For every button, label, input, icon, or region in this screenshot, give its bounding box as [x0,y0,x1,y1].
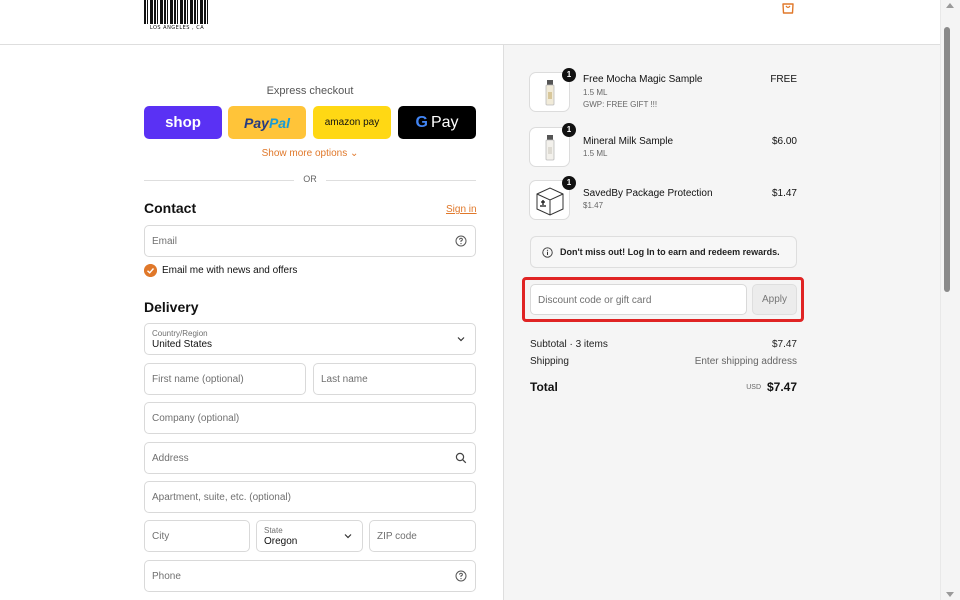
store-logo[interactable]: LOS ANGELES , CA [144,0,210,34]
state-value: Oregon [264,536,298,547]
phone-placeholder: Phone [152,571,181,582]
item-variant: 1.5 ML [583,88,608,97]
shipping-row: Shipping Enter shipping address [530,356,797,367]
email-field[interactable]: Email [144,225,476,257]
chevron-down-icon [344,534,352,539]
item-price: $6.00 [771,136,797,147]
subtotal-label: Subtotal · 3 items [530,339,608,350]
company-input[interactable]: Company (optional) [144,402,476,434]
google-pay-label: Pay [430,113,459,131]
phone-input[interactable]: Phone [144,560,476,592]
country-label: Country/Region [152,329,208,338]
apartment-placeholder: Apartment, suite, etc. (optional) [152,492,291,503]
cart-item: 1 Free Mocha Magic Sample 1.5 ML GWP: FR… [529,68,799,114]
shop-pay-label: shop [165,114,201,131]
first-name-input[interactable]: First name (optional) [144,363,306,395]
paypal-label-pal: Pal [268,114,290,131]
total-label: Total [530,380,558,394]
help-circle-icon[interactable] [455,570,467,582]
cart-item: 1 SavedBy Package Protection $1.47 $1.47 [529,176,799,222]
item-name: SavedBy Package Protection [583,188,713,199]
help-circle-icon[interactable] [455,235,467,247]
shipping-value: Enter shipping address [694,356,797,367]
google-g-icon: G [415,113,428,131]
item-variant: $1.47 [583,201,604,210]
quantity-badge: 1 [562,176,576,190]
header: LOS ANGELES , CA [0,0,940,45]
city-placeholder: City [152,531,170,542]
rewards-banner[interactable]: Don't miss out! Log In to earn and redee… [530,236,797,268]
item-price: FREE [770,74,797,85]
company-placeholder: Company (optional) [152,413,240,424]
amazon-pay-button[interactable]: amazon pay [313,106,391,139]
apartment-input[interactable]: Apartment, suite, etc. (optional) [144,481,476,513]
amazon-pay-label: amazon pay [324,117,380,128]
vial-icon [545,80,555,106]
rewards-text: Don't miss out! Log In to earn and redee… [560,247,780,257]
google-pay-button[interactable]: G Pay [398,106,476,139]
barcode-logo-icon [144,0,210,24]
page-scrollbar[interactable] [940,0,960,600]
contact-heading: Contact [144,200,197,216]
quantity-badge: 1 [562,123,576,137]
delivery-heading: Delivery [144,299,199,315]
shop-pay-button[interactable]: shop [144,106,222,139]
sign-in-link[interactable]: Sign in [446,204,477,215]
city-input[interactable]: City [144,520,250,552]
cart-item: 1 Mineral Milk Sample 1.5 ML $6.00 [529,123,799,169]
shipping-label: Shipping [530,356,569,367]
address-input[interactable]: Address [144,442,476,474]
discount-placeholder: Discount code or gift card [538,295,652,306]
state-label: State [264,526,283,535]
subtotal-row: Subtotal · 3 items $7.47 [530,339,797,350]
country-select[interactable]: Country/Region United States [144,323,476,355]
discount-code-input[interactable]: Discount code or gift card [530,284,747,315]
show-more-options-link[interactable]: Show more options ⌄ [144,148,476,159]
checkbox-checked-icon[interactable] [144,264,157,277]
apply-discount-button[interactable]: Apply [752,284,797,315]
chevron-down-icon [457,337,465,342]
state-select[interactable]: State Oregon [256,520,363,552]
shopping-bag-icon[interactable] [780,0,796,14]
total-row: Total USD $7.47 [530,380,797,396]
zip-code-placeholder: ZIP code [377,531,417,542]
currency-code: USD [746,384,761,391]
zip-code-input[interactable]: ZIP code [369,520,476,552]
last-name-placeholder: Last name [321,374,368,385]
checkout-form-panel: Express checkout shop Pay Pal amazon pay … [0,45,503,600]
or-text: OR [303,174,317,184]
item-name: Mineral Milk Sample [583,136,674,147]
vial-icon [545,135,555,161]
info-icon [542,247,553,258]
last-name-input[interactable]: Last name [313,363,476,395]
or-divider: OR [144,174,476,186]
address-placeholder: Address [152,453,189,464]
email-placeholder: Email [152,236,178,247]
logo-text: LOS ANGELES , CA [149,25,205,31]
search-icon [455,452,467,464]
item-note: GWP: FREE GIFT !!! [583,100,658,109]
newsletter-label: Email me with news and offers [162,265,298,276]
first-name-placeholder: First name (optional) [152,374,244,385]
express-checkout-title: Express checkout [266,85,354,97]
scroll-up-arrow-icon[interactable] [946,3,954,8]
quantity-badge: 1 [562,68,576,82]
item-variant: 1.5 ML [583,149,608,158]
paypal-button[interactable]: Pay Pal [228,106,306,139]
scrollbar-thumb[interactable] [944,27,950,292]
country-value: United States [152,339,213,350]
total-value: $7.47 [766,380,797,394]
item-name: Free Mocha Magic Sample [583,74,703,85]
scroll-down-arrow-icon[interactable] [946,592,954,597]
item-price: $1.47 [771,188,797,199]
subtotal-value: $7.47 [771,339,797,350]
package-box-icon [536,187,564,216]
paypal-label-pay: Pay [244,114,269,131]
